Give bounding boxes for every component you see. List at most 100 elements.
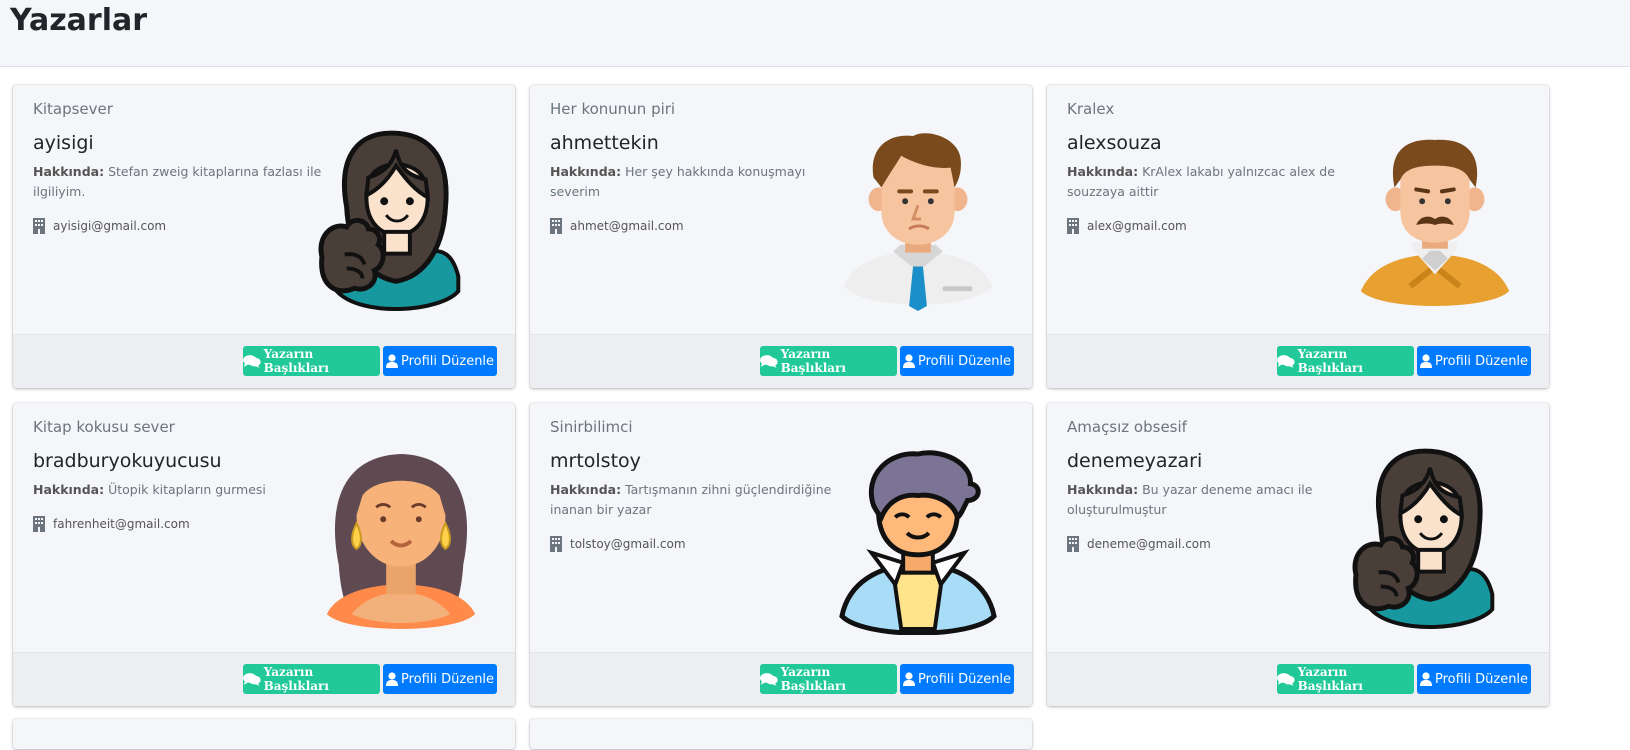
about-label: Hakkında: xyxy=(1067,164,1139,179)
man-mustache-avatar-icon xyxy=(1351,127,1519,317)
author-email: tolstoy@gmail.com xyxy=(550,536,686,552)
building-icon xyxy=(1067,218,1079,234)
author-card-header: Her konunun piri xyxy=(550,100,676,118)
email-text: tolstoy@gmail.com xyxy=(570,537,686,551)
card-footer: Yazarın Başlıkları Profili Düzenle xyxy=(13,334,515,388)
author-card: Kralex alexsouza Hakkında: KrAlex lakabı… xyxy=(1047,85,1549,388)
author-card-partial xyxy=(530,719,1032,749)
about-text: Ütopik kitapların gurmesi xyxy=(108,482,266,497)
author-card: Amaçsız obsesif denemeyazari Hakkında: B… xyxy=(1047,403,1549,706)
about-label: Hakkında: xyxy=(33,164,105,179)
page-header: Yazarlar xyxy=(0,0,1630,67)
user-icon xyxy=(1420,672,1432,686)
edit-profile-button[interactable]: Profili Düzenle xyxy=(1417,664,1531,694)
edit-profile-button[interactable]: Profili Düzenle xyxy=(1417,346,1531,376)
author-titles-label: Yazarın Başlıkları xyxy=(1297,665,1363,693)
author-username: denemeyazari xyxy=(1067,450,1203,472)
page-title: Yazarlar xyxy=(10,3,148,38)
author-email: fahrenheit@gmail.com xyxy=(33,516,190,532)
comments-icon xyxy=(760,672,778,686)
user-icon xyxy=(386,354,398,368)
user-icon xyxy=(386,672,398,686)
author-titles-button[interactable]: Yazarın Başlıkları xyxy=(243,664,380,694)
author-titles-button[interactable]: Yazarın Başlıkları xyxy=(760,346,897,376)
author-card: Kitapsever ayisigi Hakkında: Stefan zwei… xyxy=(13,85,515,388)
card-footer: Yazarın Başlıkları Profili Düzenle xyxy=(530,334,1032,388)
author-about: Hakkında: Bu yazar deneme amacı ile oluş… xyxy=(1067,480,1357,520)
comments-icon xyxy=(1277,354,1295,368)
edit-profile-label: Profili Düzenle xyxy=(1434,353,1529,369)
edit-profile-label: Profili Düzenle xyxy=(1434,671,1529,687)
edit-profile-button[interactable]: Profili Düzenle xyxy=(383,664,497,694)
edit-profile-button[interactable]: Profili Düzenle xyxy=(900,346,1014,376)
author-about: Hakkında: Stefan zweig kitaplarına fazla… xyxy=(33,162,323,202)
user-icon xyxy=(1420,354,1432,368)
email-text: deneme@gmail.com xyxy=(1087,537,1211,551)
comments-icon xyxy=(243,354,261,368)
building-icon xyxy=(1067,536,1079,552)
author-username: alexsouza xyxy=(1067,132,1162,154)
building-icon xyxy=(550,218,562,234)
user-icon xyxy=(903,354,915,368)
edit-profile-label: Profili Düzenle xyxy=(400,353,495,369)
author-username: mrtolstoy xyxy=(550,450,641,472)
woman-dark-hair-avatar-icon xyxy=(317,127,485,317)
author-titles-label: Yazarın Başlıkları xyxy=(780,347,846,375)
author-card-header: Kralex xyxy=(1067,100,1115,118)
woman-dark-hair-avatar-icon xyxy=(1351,445,1519,635)
email-text: fahrenheit@gmail.com xyxy=(53,517,190,531)
author-email: deneme@gmail.com xyxy=(1067,536,1211,552)
young-man-jacket-avatar-icon xyxy=(834,445,1002,635)
author-titles-button[interactable]: Yazarın Başlıkları xyxy=(760,664,897,694)
edit-profile-button[interactable]: Profili Düzenle xyxy=(900,664,1014,694)
author-card-header: Sinirbilimci xyxy=(550,418,633,436)
author-titles-label: Yazarın Başlıkları xyxy=(1297,347,1363,375)
about-label: Hakkında: xyxy=(550,482,622,497)
building-icon xyxy=(550,536,562,552)
email-text: alex@gmail.com xyxy=(1087,219,1187,233)
author-card-header: Kitapsever xyxy=(33,100,113,118)
author-email: alex@gmail.com xyxy=(1067,218,1187,234)
building-icon xyxy=(33,516,45,532)
author-email: ayisigi@gmail.com xyxy=(33,218,166,234)
author-username: bradburyokuyucusu xyxy=(33,450,222,472)
man-tie-avatar-icon xyxy=(834,127,1002,317)
author-about: Hakkında: KrAlex lakabı yalnızcac alex d… xyxy=(1067,162,1357,202)
author-card: Kitap kokusu sever bradburyokuyucusu Hak… xyxy=(13,403,515,706)
author-about: Hakkında: Her şey hakkında konuşmayı sev… xyxy=(550,162,840,202)
author-email: ahmet@gmail.com xyxy=(550,218,684,234)
comments-icon xyxy=(760,354,778,368)
author-about: Hakkında: Ütopik kitapların gurmesi xyxy=(33,480,323,500)
comments-icon xyxy=(243,672,261,686)
about-label: Hakkında: xyxy=(1067,482,1139,497)
email-text: ayisigi@gmail.com xyxy=(53,219,167,233)
card-footer: Yazarın Başlıkları Profili Düzenle xyxy=(530,652,1032,706)
author-card-partial xyxy=(13,719,515,749)
about-label: Hakkında: xyxy=(33,482,105,497)
author-card-header: Kitap kokusu sever xyxy=(33,418,175,436)
author-username: ahmettekin xyxy=(550,132,659,154)
author-card-header: Amaçsız obsesif xyxy=(1067,418,1187,436)
comments-icon xyxy=(1277,672,1295,686)
author-username: ayisigi xyxy=(33,132,94,154)
author-titles-label: Yazarın Başlıkları xyxy=(263,665,329,693)
edit-profile-label: Profili Düzenle xyxy=(917,671,1012,687)
edit-profile-label: Profili Düzenle xyxy=(400,671,495,687)
author-titles-label: Yazarın Başlıkları xyxy=(263,347,329,375)
woman-earrings-avatar-icon xyxy=(317,445,485,635)
author-titles-button[interactable]: Yazarın Başlıkları xyxy=(243,346,380,376)
user-icon xyxy=(903,672,915,686)
building-icon xyxy=(33,218,45,234)
edit-profile-button[interactable]: Profili Düzenle xyxy=(383,346,497,376)
author-card: Sinirbilimci mrtolstoy Hakkında: Tartışm… xyxy=(530,403,1032,706)
email-text: ahmet@gmail.com xyxy=(570,219,684,233)
card-footer: Yazarın Başlıkları Profili Düzenle xyxy=(13,652,515,706)
card-footer: Yazarın Başlıkları Profili Düzenle xyxy=(1047,334,1549,388)
author-card: Her konunun piri ahmettekin Hakkında: He… xyxy=(530,85,1032,388)
author-titles-label: Yazarın Başlıkları xyxy=(780,665,846,693)
author-titles-button[interactable]: Yazarın Başlıkları xyxy=(1277,346,1414,376)
card-footer: Yazarın Başlıkları Profili Düzenle xyxy=(1047,652,1549,706)
author-titles-button[interactable]: Yazarın Başlıkları xyxy=(1277,664,1414,694)
about-label: Hakkında: xyxy=(550,164,622,179)
author-about: Hakkında: Tartışmanın zihni güçlendirdiğ… xyxy=(550,480,840,520)
